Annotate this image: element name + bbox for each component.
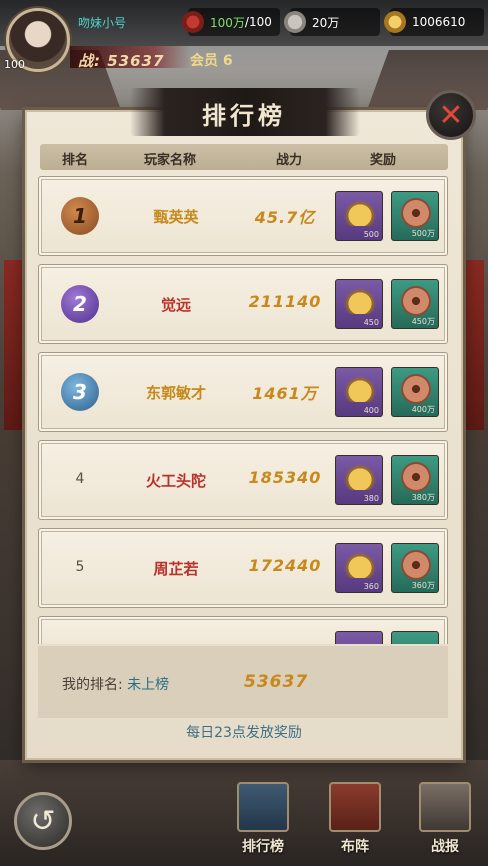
stamina-max: /100 <box>244 15 272 29</box>
my-rank-title: 我的排名: <box>62 677 123 693</box>
ingot-reward[interactable]: 500 <box>335 191 383 241</box>
rank-number: 4 <box>75 471 85 487</box>
leaderboard-icon <box>237 782 289 832</box>
back-button[interactable]: ↺ <box>14 792 72 850</box>
player-name: 吻妹小号 <box>78 16 127 30</box>
player-name-cell: 周芷若 <box>153 560 199 578</box>
silver-icon <box>284 11 306 33</box>
my-rank-status: 未上榜 <box>127 677 170 693</box>
leaderboard-row[interactable]: 3 东郭敏才 1461万 400 400万 <box>38 352 448 432</box>
coin-reward[interactable]: 500万 <box>391 191 439 241</box>
rank-medal-purple-icon: 2 <box>61 285 99 323</box>
stamina-resource[interactable]: 100万 /100 <box>182 8 280 36</box>
banner-right <box>466 260 484 430</box>
coin-qty: 500万 <box>411 229 435 238</box>
player-name-cell: 东郭敏才 <box>145 384 206 402</box>
rank-number: 5 <box>75 559 85 575</box>
copper-coin-icon <box>401 550 431 580</box>
battle-report-icon <box>419 782 471 832</box>
leaderboard-row[interactable]: 1 甄英英 45.7亿 500 500万 <box>38 176 448 256</box>
coin-qty: 380万 <box>411 493 435 502</box>
gold-ingot-icon <box>344 288 376 314</box>
power-cell: 45.7亿 <box>254 208 316 227</box>
gold-ingot-icon <box>344 464 376 490</box>
coin-reward[interactable]: 380万 <box>391 455 439 505</box>
header-name: 玩家名称 <box>144 153 197 168</box>
coin-reward[interactable]: 360万 <box>391 543 439 593</box>
daily-reward-note: 每日23点发放奖励 <box>186 725 302 741</box>
rank-medal-blue-icon: 3 <box>61 373 99 411</box>
gold-ingot-icon <box>344 552 376 578</box>
nav-report-label: 战报 <box>431 839 459 855</box>
close-button[interactable]: ✕ <box>426 90 476 140</box>
power-cell: 185340 <box>248 468 322 487</box>
power-cell: 211140 <box>248 292 322 311</box>
coin-qty: 360万 <box>411 581 435 590</box>
header-power: 战力 <box>276 153 303 168</box>
ingot-reward[interactable]: 380 <box>335 455 383 505</box>
gold-ingot-icon <box>344 200 376 226</box>
ingot-qty: 360 <box>363 582 379 591</box>
nav-formation-label: 布阵 <box>341 839 369 855</box>
panel-title: 排行榜 <box>202 101 286 130</box>
gold-ingot-icon <box>344 376 376 402</box>
coin-reward[interactable] <box>391 631 439 644</box>
vip-badge[interactable]: 会员 6 <box>190 50 233 70</box>
rank-medal-gold-icon: 1 <box>61 197 99 235</box>
ingot-reward[interactable]: 400 <box>335 367 383 417</box>
stamina-icon <box>182 11 204 33</box>
leaderboard-row[interactable]: 5 周芷若 172440 360 360万 <box>38 528 448 608</box>
my-rank-label: 我的排名: 未上榜 <box>62 674 169 694</box>
close-icon: ✕ <box>438 97 464 133</box>
ingot-reward[interactable] <box>335 631 383 644</box>
power-cell: 172440 <box>248 556 322 575</box>
banner-left <box>4 260 22 430</box>
player-level: 100 <box>4 58 25 71</box>
copper-coin-icon <box>401 286 431 316</box>
copper-coin-icon <box>401 198 431 228</box>
ingot-qty: 380 <box>363 494 379 503</box>
stamina-current: 100万 <box>210 15 245 30</box>
silver-resource[interactable]: 20万 <box>284 8 380 36</box>
leaderboard-row[interactable] <box>38 616 448 644</box>
nav-leaderboard-label: 排行榜 <box>242 839 284 855</box>
player-power: 战: 53637 <box>78 52 165 70</box>
copper-coin-icon <box>401 462 431 492</box>
ingot-reward[interactable]: 360 <box>335 543 383 593</box>
ingot-qty: 450 <box>363 318 379 327</box>
nav-formation-button[interactable]: 布阵 <box>320 782 390 862</box>
coin-qty: 400万 <box>411 405 435 414</box>
copper-coin-icon <box>401 374 431 404</box>
back-arrow-icon: ↺ <box>30 803 56 839</box>
header-rank: 排名 <box>62 153 89 168</box>
coin-qty: 450万 <box>411 317 435 326</box>
gold-resource[interactable]: 1006610 <box>384 8 484 36</box>
player-name-cell: 觉远 <box>160 296 191 314</box>
gold-icon <box>384 11 406 33</box>
leaderboard-list[interactable]: 1 甄英英 45.7亿 500 500万 2 觉远 211140 450 450… <box>38 176 448 644</box>
ingot-qty: 500 <box>363 230 379 239</box>
formation-icon <box>329 782 381 832</box>
leaderboard-row[interactable]: 2 觉远 211140 450 450万 <box>38 264 448 344</box>
ingot-reward[interactable]: 450 <box>335 279 383 329</box>
silver-value: 20万 <box>312 15 340 30</box>
nav-leaderboard-button[interactable]: 排行榜 <box>228 782 298 862</box>
nav-report-button[interactable]: 战报 <box>410 782 480 862</box>
leaderboard-row[interactable]: 4 火工头陀 185340 380 380万 <box>38 440 448 520</box>
power-cell: 1461万 <box>252 384 318 403</box>
header-reward: 奖励 <box>370 153 397 168</box>
my-power: 53637 <box>244 672 309 692</box>
ingot-qty: 400 <box>363 406 379 415</box>
player-name-cell: 火工头陀 <box>145 472 206 490</box>
coin-reward[interactable]: 400万 <box>391 367 439 417</box>
coin-reward[interactable]: 450万 <box>391 279 439 329</box>
player-name-cell: 甄英英 <box>153 208 199 226</box>
table-header: 排名 玩家名称 战力 奖励 <box>40 144 448 170</box>
gold-value: 1006610 <box>412 15 466 29</box>
